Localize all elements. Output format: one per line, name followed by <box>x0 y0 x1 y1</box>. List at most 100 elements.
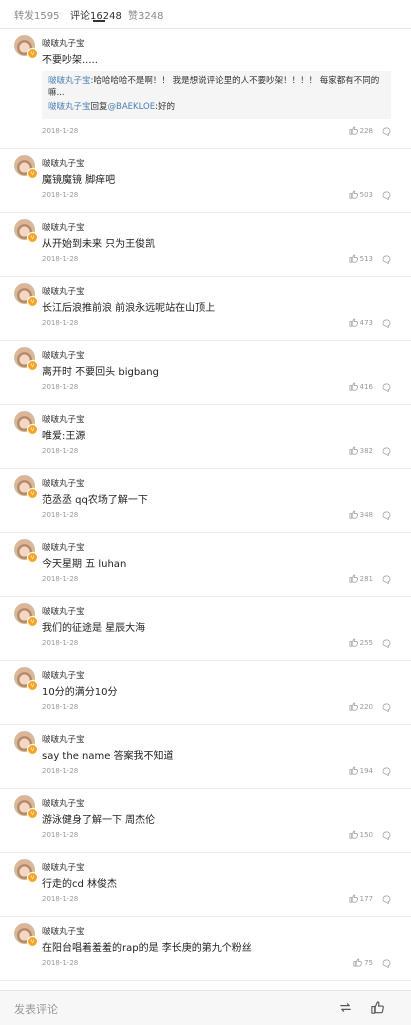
comment-text: 魔镜魔镜 脚痒吧 <box>42 175 116 186</box>
comment-text: 我们的征途是 星辰大海 <box>42 623 146 634</box>
thumbs-up-icon <box>349 574 358 583</box>
thumbs-up-icon <box>349 638 358 647</box>
avatar[interactable]: v <box>14 923 38 947</box>
comment-text: 今天星期 五 luhan <box>42 559 127 570</box>
like-button[interactable]: 473 <box>349 318 373 327</box>
avatar[interactable]: v <box>14 795 38 819</box>
like-count: 513 <box>359 254 373 263</box>
comment-text: 离开时 不要回头 bigbang <box>42 367 159 378</box>
reply-username[interactable]: 啵啵丸子宝 <box>48 102 91 112</box>
comment-username[interactable]: 啵啵丸子宝 <box>42 221 85 233</box>
verified-badge-icon: v <box>27 48 38 59</box>
comment-username[interactable]: 啵啵丸子宝 <box>42 605 85 617</box>
comment-icon[interactable] <box>382 191 391 200</box>
comment-icon[interactable] <box>382 127 391 136</box>
verified-badge-icon: v <box>27 296 38 307</box>
comment-username[interactable]: 啵啵丸子宝 <box>42 285 85 297</box>
like-button[interactable]: 177 <box>349 894 373 903</box>
comment-username[interactable]: 啵啵丸子宝 <box>42 157 85 169</box>
comment-date: 2018-1-28 <box>42 767 79 775</box>
like-count: 150 <box>359 830 373 839</box>
thumbs-up-icon <box>349 766 358 775</box>
comment-icon[interactable] <box>382 447 391 456</box>
comment-icon[interactable] <box>382 319 391 328</box>
verified-badge-icon: v <box>27 360 38 371</box>
comment-icon[interactable] <box>382 959 391 968</box>
like-button[interactable]: 228 <box>349 126 373 135</box>
like-button[interactable]: 220 <box>349 702 373 711</box>
comment-username[interactable]: 啵啵丸子宝 <box>42 669 85 681</box>
comment-icon[interactable] <box>382 575 391 584</box>
comment-icon[interactable] <box>382 511 391 520</box>
bottom-bar: 发表评论 <box>0 990 411 1025</box>
like-button[interactable]: 513 <box>349 254 373 263</box>
thumbs-up-icon <box>349 894 358 903</box>
like-count: 220 <box>359 702 373 711</box>
verified-badge-icon: v <box>27 616 38 627</box>
comment-icon[interactable] <box>382 639 391 648</box>
comment-date: 2018-1-28 <box>42 383 79 391</box>
comment-icon[interactable] <box>382 895 391 904</box>
like-button[interactable]: 281 <box>349 574 373 583</box>
avatar[interactable]: v <box>14 603 38 627</box>
reply-preview[interactable]: 啵啵丸子宝:哈哈哈哈不是啊！！ 我是想说评论里的人不要吵架！！！！ 每家都有不同… <box>42 71 391 119</box>
tab-reposts[interactable]: 转发1595 <box>14 7 59 22</box>
avatar[interactable]: v <box>14 35 38 59</box>
comment-username[interactable]: 啵啵丸子宝 <box>42 541 85 553</box>
like-button[interactable]: 75 <box>353 958 373 967</box>
reply-mention[interactable]: @BAEKLOE <box>108 102 156 112</box>
comment-username[interactable]: 啵啵丸子宝 <box>42 861 85 873</box>
comment-username[interactable]: 啵啵丸子宝 <box>42 925 85 937</box>
comment-item: v 啵啵丸子宝 从开始到未来 只为王俊凯 2018-1-28 513 <box>0 213 411 277</box>
comment-icon[interactable] <box>382 255 391 264</box>
like-count: 473 <box>359 318 373 327</box>
reply-username[interactable]: 啵啵丸子宝 <box>48 76 91 86</box>
comment-username[interactable]: 啵啵丸子宝 <box>42 349 85 361</box>
avatar[interactable]: v <box>14 283 38 307</box>
verified-badge-icon: v <box>27 872 38 883</box>
avatar[interactable]: v <box>14 731 38 755</box>
comment-item: v 啵啵丸子宝 唯爱:王源 2018-1-28 382 <box>0 405 411 469</box>
repost-icon[interactable] <box>338 1000 353 1015</box>
comment-icon[interactable] <box>382 383 391 392</box>
comment-item: v 啵啵丸子宝 10分的满分10分 2018-1-28 220 <box>0 661 411 725</box>
thumbs-up-icon <box>349 446 358 455</box>
avatar[interactable]: v <box>14 219 38 243</box>
verified-badge-icon: v <box>27 552 38 563</box>
thumbs-up-icon <box>349 830 358 839</box>
avatar[interactable]: v <box>14 411 38 435</box>
avatar[interactable]: v <box>14 667 38 691</box>
comment-username[interactable]: 啵啵丸子宝 <box>42 413 85 425</box>
like-button[interactable]: 255 <box>349 638 373 647</box>
avatar[interactable]: v <box>14 539 38 563</box>
like-button[interactable]: 150 <box>349 830 373 839</box>
comment-icon[interactable] <box>382 767 391 776</box>
like-count: 503 <box>359 190 373 199</box>
comment-icon[interactable] <box>382 831 391 840</box>
comment-item: v 啵啵丸子宝 范丞丞 qq农场了解一下 2018-1-28 348 <box>0 469 411 533</box>
avatar[interactable]: v <box>14 347 38 371</box>
like-button[interactable]: 503 <box>349 190 373 199</box>
thumbs-up-icon <box>353 958 362 967</box>
comment-icon[interactable] <box>382 703 391 712</box>
comment-item: v 啵啵丸子宝 在阳台唱着羞羞的rap的是 李长庚的第九个粉丝 2018-1-2… <box>0 917 411 981</box>
avatar[interactable]: v <box>14 155 38 179</box>
like-count: 194 <box>359 766 373 775</box>
like-button[interactable]: 382 <box>349 446 373 455</box>
thumbs-up-icon <box>349 510 358 519</box>
avatar[interactable]: v <box>14 859 38 883</box>
verified-badge-icon: v <box>27 232 38 243</box>
verified-badge-icon: v <box>27 744 38 755</box>
comment-username[interactable]: 啵啵丸子宝 <box>42 733 85 745</box>
like-button[interactable]: 194 <box>349 766 373 775</box>
like-button[interactable]: 416 <box>349 382 373 391</box>
like-button[interactable]: 348 <box>349 510 373 519</box>
like-icon[interactable] <box>370 1000 385 1015</box>
avatar[interactable]: v <box>14 475 38 499</box>
post-comment-input[interactable]: 发表评论 <box>14 1001 58 1017</box>
tab-likes[interactable]: 赞3248 <box>128 7 163 22</box>
comment-username[interactable]: 啵啵丸子宝 <box>42 797 85 809</box>
comment-username[interactable]: 啵啵丸子宝 <box>42 37 85 49</box>
comment-username[interactable]: 啵啵丸子宝 <box>42 477 85 489</box>
comment-date: 2018-1-28 <box>42 511 79 519</box>
